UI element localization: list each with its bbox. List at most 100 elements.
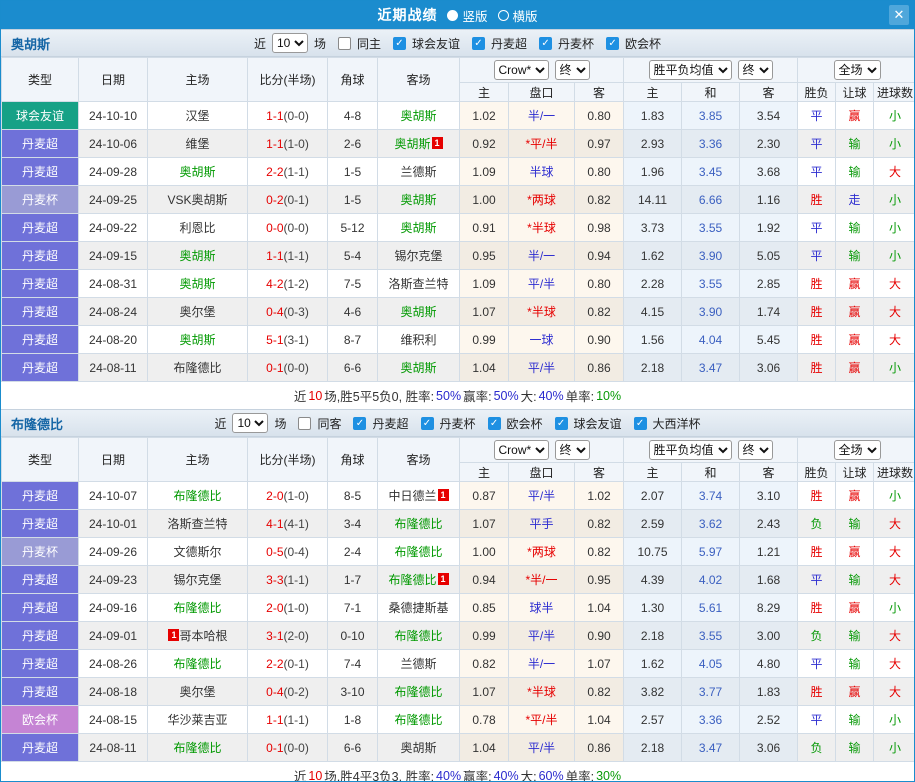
recent-count-select[interactable]: 10 (271, 33, 308, 53)
cell-away-team: 奥胡斯 (377, 185, 460, 214)
cell-odds-away: 0.82 (573, 297, 625, 326)
fulltime-score: 0-4 (266, 684, 284, 699)
league-checkbox[interactable]: ✓ (606, 36, 620, 50)
halftime-score: (1-0) (283, 488, 309, 503)
cell-avg-away: 3.06 (739, 733, 799, 762)
cell-result: 平 (797, 129, 837, 158)
fulltime-score: 0-0 (266, 220, 284, 235)
cell-odds-away: 0.97 (573, 129, 625, 158)
home-team-name: 布隆德比 (173, 741, 222, 755)
cell-handicap-result: 输 (835, 509, 875, 538)
away-team-name: 中日德兰 (388, 489, 437, 503)
cell-odds-line: *平/半 (508, 705, 575, 734)
cell-odds-home: 1.04 (459, 733, 509, 762)
away-team-name: 布隆德比 (394, 629, 443, 643)
cell-home-team: 布隆德比 (147, 649, 248, 678)
cell-avg-away: 1.74 (739, 297, 799, 326)
cell-goals-result: 小 (873, 481, 914, 510)
cell-date: 24-10-06 (78, 129, 148, 158)
summary-segment: 场,胜4平3负3, 胜率: (324, 770, 435, 782)
league-checkbox[interactable]: ✓ (392, 36, 406, 50)
cell-score: 2-2(0-1) (247, 649, 328, 678)
final-select[interactable]: 终 (554, 440, 590, 460)
games-label: 场 (313, 36, 326, 51)
cell-date: 24-08-11 (78, 353, 148, 382)
cell-avg-home: 4.15 (623, 297, 683, 326)
table-row: 丹麦超 24-10-07 布隆德比 2-0(1-0) 8-5 中日德兰 1 0.87 平/半 1.… (1, 481, 914, 510)
crow-select[interactable]: Crow* (493, 440, 549, 460)
cell-odds-away: 0.95 (573, 565, 625, 594)
cell-avg-draw: 3.45 (681, 157, 741, 186)
summary-segment: 赢率: (463, 770, 492, 782)
same-venue-checkbox[interactable] (337, 36, 351, 50)
cell-handicap-result: 赢 (835, 269, 875, 298)
avg-select[interactable]: 胜平负均值 (648, 440, 732, 460)
league-checkbox[interactable]: ✓ (633, 416, 647, 430)
recent-count-select[interactable]: 10 (232, 413, 269, 433)
table-row: 丹麦超 24-09-28 奥胡斯 2-2(1-1) 1-5 兰德斯 1.09 半球 0.80 1.… (1, 157, 914, 186)
cell-away-team: 布隆德比 (377, 537, 460, 566)
cell-avg-away: 2.43 (739, 509, 799, 538)
halftime-score: (0-0) (283, 360, 309, 375)
league-checkbox[interactable]: ✓ (539, 36, 553, 50)
league-checkbox[interactable]: ✓ (472, 36, 485, 50)
cell-score: 1-1(1-1) (247, 241, 328, 270)
halftime-score: (0-0) (283, 740, 309, 755)
home-team-name: VSK奥胡斯 (167, 193, 228, 207)
halftime-score: (0-0) (283, 108, 309, 123)
red-card-badge: 1 (437, 573, 449, 585)
cell-score: 1-1(1-1) (247, 705, 328, 734)
cell-corners: 7-1 (327, 593, 378, 622)
vertical-layout-radio[interactable] (447, 9, 459, 21)
league-checkbox[interactable]: ✓ (353, 416, 367, 430)
cell-odds-home: 1.00 (459, 537, 509, 566)
cell-corners: 1-8 (327, 705, 378, 734)
close-icon[interactable]: ✕ (889, 5, 909, 25)
summary-segment: 10 (308, 768, 323, 782)
league-checkbox[interactable]: ✓ (420, 416, 434, 430)
cell-date: 24-09-23 (78, 565, 148, 594)
home-team-name: 布隆德比 (173, 361, 222, 375)
col-header-result: 胜负 (797, 462, 837, 482)
league-checkbox-label: 丹麦超 (372, 416, 409, 431)
cell-odds-line: 平/半 (508, 733, 575, 762)
league-checkbox[interactable]: ✓ (487, 416, 501, 430)
cell-avg-home: 1.83 (623, 101, 683, 130)
titlebar: 近期战绩 竖版 横版 ✕ (1, 1, 914, 29)
final-select-2[interactable]: 终 (737, 440, 773, 460)
summary-segment: 40% (538, 388, 564, 403)
fullmatch-select[interactable]: 全场 (833, 60, 881, 80)
final-select[interactable]: 终 (554, 60, 590, 80)
fullmatch-select[interactable]: 全场 (833, 440, 881, 460)
cell-score: 0-0(0-0) (247, 213, 328, 242)
halftime-score: (1-0) (283, 136, 309, 151)
cell-goals-result: 大 (873, 297, 914, 326)
away-team-name: 兰德斯 (400, 165, 437, 179)
cell-odds-line: *半球 (508, 213, 575, 242)
final-select-2[interactable]: 终 (737, 60, 773, 80)
cell-avg-draw: 3.36 (681, 705, 741, 734)
cell-avg-home: 1.62 (623, 649, 683, 678)
avg-select[interactable]: 胜平负均值 (648, 60, 732, 80)
cell-odds-home: 0.99 (459, 325, 509, 354)
cell-odds-home: 1.00 (459, 185, 509, 214)
cell-avg-home: 14.11 (623, 185, 683, 214)
cell-date: 24-08-31 (78, 269, 148, 298)
cell-handicap-result: 赢 (835, 325, 875, 354)
cell-avg-away: 1.16 (739, 185, 799, 214)
horizontal-layout-radio[interactable] (497, 9, 509, 21)
same-venue-checkbox[interactable] (298, 416, 312, 430)
league-checkbox[interactable]: ✓ (554, 416, 568, 430)
cell-odds-line: 平/半 (508, 621, 575, 650)
cell-handicap-result: 输 (835, 129, 875, 158)
cell-league-type: 丹麦超 (1, 649, 79, 678)
col-header-date: 日期 (78, 57, 148, 102)
table-row: 丹麦杯 24-09-26 文德斯尔 0-5(0-4) 2-4 布隆德比 1.00 *两球 0.8… (1, 537, 914, 566)
same-venue-label: 同主 (356, 36, 381, 51)
fulltime-score: 1-1 (266, 248, 284, 263)
cell-odds-line: *半球 (508, 297, 575, 326)
cell-odds-home: 0.99 (459, 621, 509, 650)
col-header-goals: 进球数 (873, 82, 914, 102)
crow-select[interactable]: Crow* (493, 60, 549, 80)
summary-segment: 50% (436, 388, 462, 403)
